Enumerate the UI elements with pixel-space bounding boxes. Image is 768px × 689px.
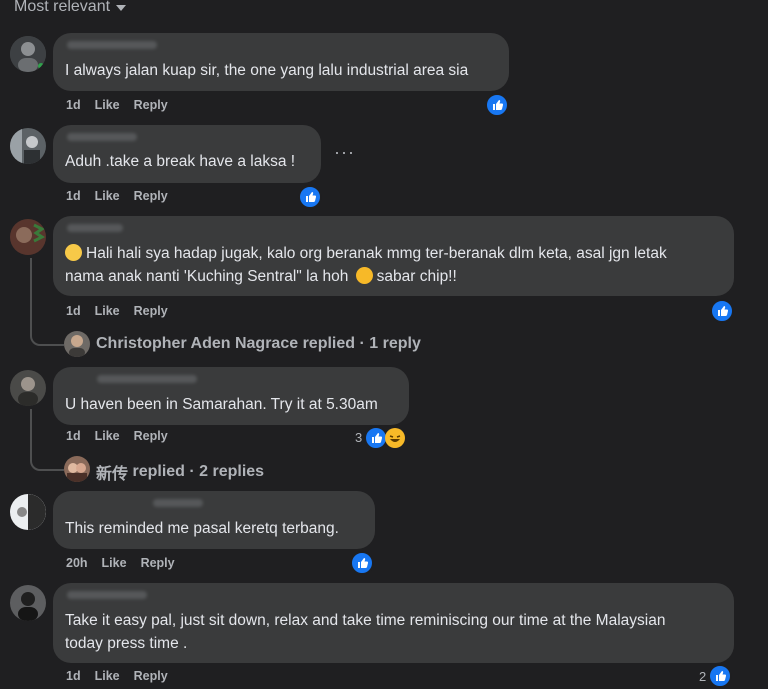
comment-text-line2: nama anak nanti 'Kuching Sentral" la hoh: [65, 268, 349, 285]
like-button[interactable]: Like: [95, 304, 120, 318]
comment-time[interactable]: 1d: [66, 669, 81, 683]
comment-text: U haven been in Samarahan. Try it at 5.3…: [65, 396, 378, 413]
like-button[interactable]: Like: [95, 429, 120, 443]
comment-text: Hali hali sya hadap jugak, kalo org bera…: [65, 242, 722, 288]
comment-bubble: Aduh .take a break have a laksa !: [53, 125, 321, 183]
comment-text: Aduh .take a break have a laksa !: [65, 153, 296, 170]
more-options-icon[interactable]: ···: [334, 142, 355, 163]
comment-bubble: Take it easy pal, just sit down, relax a…: [53, 583, 734, 663]
comment-text: Take it easy pal, just sit down, relax a…: [65, 609, 722, 655]
comment-text: This reminded me pasal keretq terbang.: [65, 520, 339, 537]
comment-time[interactable]: 1d: [66, 429, 81, 443]
comment-time[interactable]: 1d: [66, 189, 81, 203]
comment-bubble: U haven been in Samarahan. Try it at 5.3…: [53, 367, 409, 425]
author-name[interactable]: [67, 224, 123, 232]
haha-emoji-icon[interactable]: [385, 428, 405, 448]
avatar[interactable]: [10, 219, 46, 255]
author-name[interactable]: [67, 133, 137, 141]
like-button[interactable]: Like: [95, 669, 120, 683]
author-name[interactable]: [67, 591, 147, 599]
comment-bubble: Hali hali sya hadap jugak, kalo org bera…: [53, 216, 734, 296]
like-button[interactable]: Like: [95, 98, 120, 112]
comment-time[interactable]: 1d: [66, 304, 81, 318]
reply-button[interactable]: Reply: [134, 189, 168, 203]
comment-actions: 1d Like Reply: [66, 429, 168, 443]
thread-line: [30, 409, 32, 460]
thumbs-up-icon[interactable]: [485, 93, 509, 117]
thread-line: [30, 258, 32, 334]
comment-text-line1: Hali hali sya hadap jugak, kalo org bera…: [86, 245, 667, 262]
view-replies-link[interactable]: Christopher Aden Nagrace replied · 1 rep…: [96, 335, 421, 353]
reply-button[interactable]: Reply: [141, 556, 175, 570]
author-name[interactable]: [67, 41, 157, 49]
thread-connector: [30, 455, 64, 471]
reply-button[interactable]: Reply: [134, 669, 168, 683]
comment-time[interactable]: 20h: [66, 556, 88, 570]
thumbs-up-icon[interactable]: [710, 299, 734, 323]
comment-actions: 1d Like Reply: [66, 669, 168, 683]
comment-actions: 1d Like Reply: [66, 189, 168, 203]
reply-button[interactable]: Reply: [134, 304, 168, 318]
sort-dropdown[interactable]: Most relevant: [14, 0, 127, 16]
pensive-emoji-icon: [65, 244, 82, 261]
reply-button[interactable]: Reply: [134, 429, 168, 443]
haha-emoji-icon: [355, 267, 373, 284]
comment-text-line1: Take it easy pal, just sit down, relax a…: [65, 612, 666, 629]
avatar[interactable]: [10, 36, 46, 72]
avatar[interactable]: [64, 456, 90, 482]
avatar[interactable]: [64, 331, 90, 357]
view-replies-link[interactable]: 新传 replied · 2 replies: [96, 460, 264, 484]
comment-time[interactable]: 1d: [66, 98, 81, 112]
reaction-count[interactable]: 3: [355, 430, 362, 445]
author-name[interactable]: [153, 499, 203, 507]
comment-bubble: I always jalan kuap sir, the one yang la…: [53, 33, 509, 91]
thumbs-up-icon[interactable]: [298, 185, 322, 209]
comment-text-line2-end: sabar chip!!: [376, 268, 457, 285]
reply-count[interactable]: replied · 1 reply: [303, 335, 421, 353]
like-button[interactable]: Like: [95, 189, 120, 203]
author-name[interactable]: [97, 375, 197, 383]
caret-down-icon: [116, 5, 127, 11]
reply-count[interactable]: replied · 2 replies: [132, 463, 264, 481]
comment-actions: 1d Like Reply: [66, 304, 168, 318]
comment-text: I always jalan kuap sir, the one yang la…: [65, 62, 469, 79]
avatar[interactable]: [10, 494, 46, 530]
thumbs-up-icon[interactable]: [350, 551, 374, 575]
comment-actions: 1d Like Reply: [66, 98, 168, 112]
reply-button[interactable]: Reply: [134, 98, 168, 112]
sort-label: Most relevant: [14, 0, 111, 15]
avatar[interactable]: [10, 128, 46, 164]
reaction-count[interactable]: 2: [699, 669, 706, 684]
reply-author-name[interactable]: Christopher Aden Nagrace: [96, 335, 298, 353]
avatar[interactable]: [10, 585, 46, 621]
thumbs-up-icon[interactable]: [708, 664, 732, 688]
comment-actions: 20h Like Reply: [66, 556, 175, 570]
like-button[interactable]: Like: [102, 556, 127, 570]
comment-bubble: This reminded me pasal keretq terbang.: [53, 491, 375, 549]
thread-connector: [30, 330, 64, 346]
avatar[interactable]: [10, 370, 46, 406]
reply-author-name[interactable]: 新传: [96, 460, 128, 484]
comment-text-line2: today press time .: [65, 635, 188, 652]
